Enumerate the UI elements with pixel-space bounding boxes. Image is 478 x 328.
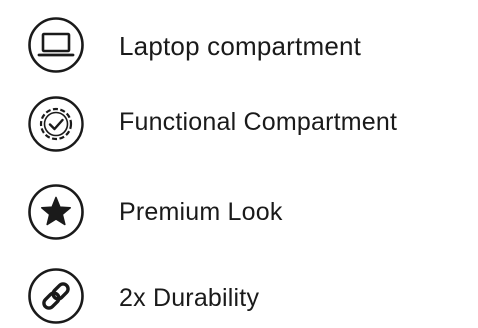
gear-check-icon — [26, 94, 86, 154]
laptop-icon — [26, 15, 86, 75]
feature-functional-compartment: Functional Compartment — [0, 94, 478, 154]
feature-premium-look: Premium Look — [0, 182, 478, 242]
feature-label: Premium Look — [119, 198, 283, 226]
feature-list: Laptop compartment Functional Compartmen… — [0, 0, 478, 328]
link-icon — [26, 266, 86, 326]
feature-label: Functional Compartment — [119, 108, 398, 136]
feature-durability: 2x Durability — [0, 266, 478, 326]
feature-label: 2x Durability — [119, 284, 260, 312]
star-icon — [26, 182, 86, 242]
feature-laptop-compartment: Laptop compartment — [0, 15, 478, 75]
feature-label: Laptop compartment — [119, 31, 362, 61]
